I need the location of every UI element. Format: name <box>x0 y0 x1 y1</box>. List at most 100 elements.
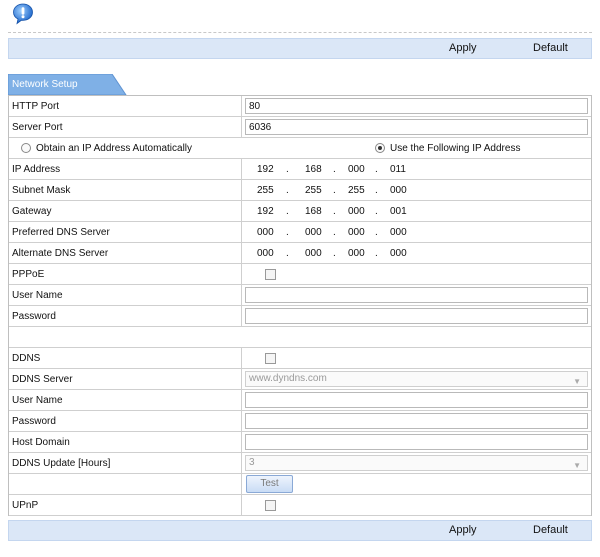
test-button[interactable]: Test <box>246 475 293 493</box>
column-divider <box>241 285 242 305</box>
preferred-dns-octet-4[interactable]: 000 <box>390 227 407 238</box>
gateway-octet-3[interactable]: 000 <box>348 206 365 217</box>
server-port-input[interactable] <box>245 119 588 135</box>
subnet-octet-4[interactable]: 000 <box>390 185 407 196</box>
octet-separator: . <box>375 164 378 175</box>
octet-separator: . <box>375 248 378 259</box>
octet-separator: . <box>375 227 378 238</box>
obtain-ip-auto-radio[interactable] <box>21 143 31 153</box>
pppoe-checkbox[interactable] <box>265 269 276 280</box>
subnet-octet-1[interactable]: 255 <box>257 185 274 196</box>
column-divider <box>241 453 242 473</box>
ddns-server-row: DDNS Server www.dyndns.com ▼ <box>9 369 591 390</box>
column-divider <box>241 243 242 263</box>
column-divider <box>241 264 242 284</box>
column-divider <box>241 159 242 179</box>
ddns-checkbox[interactable] <box>265 353 276 364</box>
alternate-dns-octet-4[interactable]: 000 <box>390 248 407 259</box>
octet-separator: . <box>375 185 378 196</box>
column-divider <box>241 96 242 116</box>
gateway-octet-2[interactable]: 168 <box>305 206 322 217</box>
ddns-user-input[interactable] <box>245 392 588 408</box>
alternate-dns-octet-3[interactable]: 000 <box>348 248 365 259</box>
octet-separator: . <box>286 206 289 217</box>
apply-button[interactable]: Apply <box>449 524 477 536</box>
octet-separator: . <box>333 227 336 238</box>
preferred-dns-label: Preferred DNS Server <box>12 227 110 238</box>
ddns-update-label: DDNS Update [Hours] <box>12 458 111 469</box>
ip-mode-row: Obtain an IP Address Automatically Use t… <box>9 138 591 159</box>
divider <box>8 32 592 33</box>
column-divider <box>241 201 242 221</box>
alternate-dns-octet-2[interactable]: 000 <box>305 248 322 259</box>
column-divider <box>241 432 242 452</box>
use-following-ip-label: Use the Following IP Address <box>390 143 521 154</box>
tab-network-setup[interactable]: Network Setup <box>8 74 128 95</box>
upnp-checkbox[interactable] <box>265 500 276 511</box>
ip-octet-3[interactable]: 000 <box>348 164 365 175</box>
octet-separator: . <box>286 164 289 175</box>
ip-address-row: IP Address 192 . 168 . 000 . 011 <box>9 159 591 180</box>
subnet-octet-3[interactable]: 255 <box>348 185 365 196</box>
preferred-dns-octet-1[interactable]: 000 <box>257 227 274 238</box>
http-port-label: HTTP Port <box>12 101 60 112</box>
preferred-dns-octet-3[interactable]: 000 <box>348 227 365 238</box>
column-divider <box>241 369 242 389</box>
apply-button[interactable]: Apply <box>449 42 477 54</box>
ddns-user-row: User Name <box>9 390 591 411</box>
octet-separator: . <box>333 206 336 217</box>
chevron-down-icon: ▼ <box>573 377 581 386</box>
host-domain-label: Host Domain <box>12 437 70 448</box>
tab-label: Network Setup <box>12 79 78 90</box>
gateway-row: Gateway 192 . 168 . 000 . 001 <box>9 201 591 222</box>
octet-separator: . <box>333 248 336 259</box>
ddns-password-input[interactable] <box>245 413 588 429</box>
ddns-server-value: www.dyndns.com <box>249 373 327 384</box>
ip-address-label: IP Address <box>12 164 61 175</box>
alternate-dns-octet-1[interactable]: 000 <box>257 248 274 259</box>
server-port-row: Server Port <box>9 117 591 138</box>
default-button[interactable]: Default <box>533 524 568 536</box>
default-button[interactable]: Default <box>533 42 568 54</box>
pppoe-row: PPPoE <box>9 264 591 285</box>
use-following-ip-radio[interactable] <box>375 143 385 153</box>
column-divider <box>241 348 242 368</box>
ip-octet-4[interactable]: 011 <box>390 164 406 175</box>
ddns-update-row: DDNS Update [Hours] 3 ▼ <box>9 453 591 474</box>
pppoe-password-input[interactable] <box>245 308 588 324</box>
subnet-mask-row: Subnet Mask 255 . 255 . 255 . 000 <box>9 180 591 201</box>
http-port-input[interactable] <box>245 98 588 114</box>
column-divider <box>241 180 242 200</box>
ip-octet-1[interactable]: 192 <box>257 164 274 175</box>
info-alert-icon <box>13 3 33 25</box>
pppoe-user-input[interactable] <box>245 287 588 303</box>
gateway-label: Gateway <box>12 206 52 217</box>
top-area <box>0 0 600 36</box>
ddns-server-label: DDNS Server <box>12 374 73 385</box>
alternate-dns-row: Alternate DNS Server 000 . 000 . 000 . 0… <box>9 243 591 264</box>
octet-separator: . <box>375 206 378 217</box>
column-divider <box>241 306 242 326</box>
ddns-user-label: User Name <box>12 395 63 406</box>
octet-separator: . <box>286 227 289 238</box>
ddns-update-select[interactable]: 3 ▼ <box>245 455 588 471</box>
subnet-mask-label: Subnet Mask <box>12 185 71 196</box>
http-port-row: HTTP Port <box>9 96 591 117</box>
ddns-server-select[interactable]: www.dyndns.com ▼ <box>245 371 588 387</box>
ip-octet-2[interactable]: 168 <box>305 164 322 175</box>
preferred-dns-octet-2[interactable]: 000 <box>305 227 322 238</box>
pppoe-user-row: User Name <box>9 285 591 306</box>
octet-separator: . <box>286 185 289 196</box>
pppoe-password-row: Password <box>9 306 591 327</box>
subnet-octet-2[interactable]: 255 <box>305 185 322 196</box>
gateway-octet-4[interactable]: 001 <box>390 206 407 217</box>
host-domain-input[interactable] <box>245 434 588 450</box>
spacer-row <box>9 327 591 348</box>
gateway-octet-1[interactable]: 192 <box>257 206 274 217</box>
pppoe-password-label: Password <box>12 311 56 322</box>
upnp-row: UPnP <box>9 495 591 516</box>
column-divider <box>241 222 242 242</box>
network-setup-form: HTTP Port Server Port Obtain an IP Addre… <box>8 95 592 516</box>
host-domain-row: Host Domain <box>9 432 591 453</box>
ddns-password-label: Password <box>12 416 56 427</box>
